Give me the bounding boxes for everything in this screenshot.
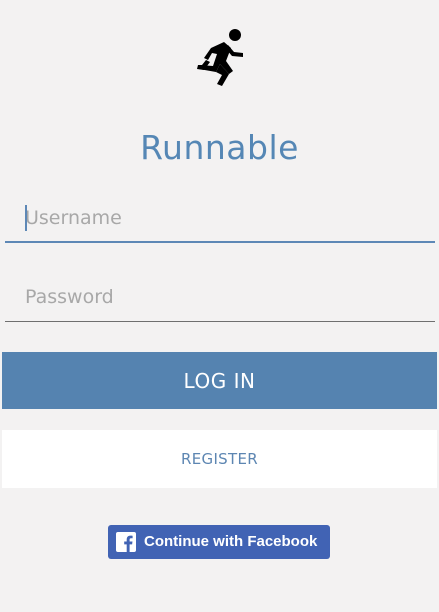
login-button[interactable]: LOG IN bbox=[2, 352, 437, 409]
register-button[interactable]: REGISTER bbox=[2, 430, 437, 488]
username-field[interactable] bbox=[5, 193, 435, 243]
password-field[interactable] bbox=[5, 272, 435, 322]
facebook-button-label: Continue with Facebook bbox=[144, 533, 318, 550]
app-title: Runnable bbox=[140, 128, 299, 167]
facebook-login-button[interactable]: Continue with Facebook bbox=[108, 525, 330, 559]
facebook-icon bbox=[116, 532, 136, 552]
username-underline bbox=[5, 241, 435, 243]
login-screen: Runnable LOG IN REGISTER Continue with F… bbox=[0, 0, 439, 612]
text-caret bbox=[25, 205, 27, 231]
running-person-icon bbox=[186, 24, 252, 90]
password-underline bbox=[5, 321, 435, 322]
password-input[interactable] bbox=[5, 272, 435, 322]
username-input[interactable] bbox=[5, 193, 435, 243]
